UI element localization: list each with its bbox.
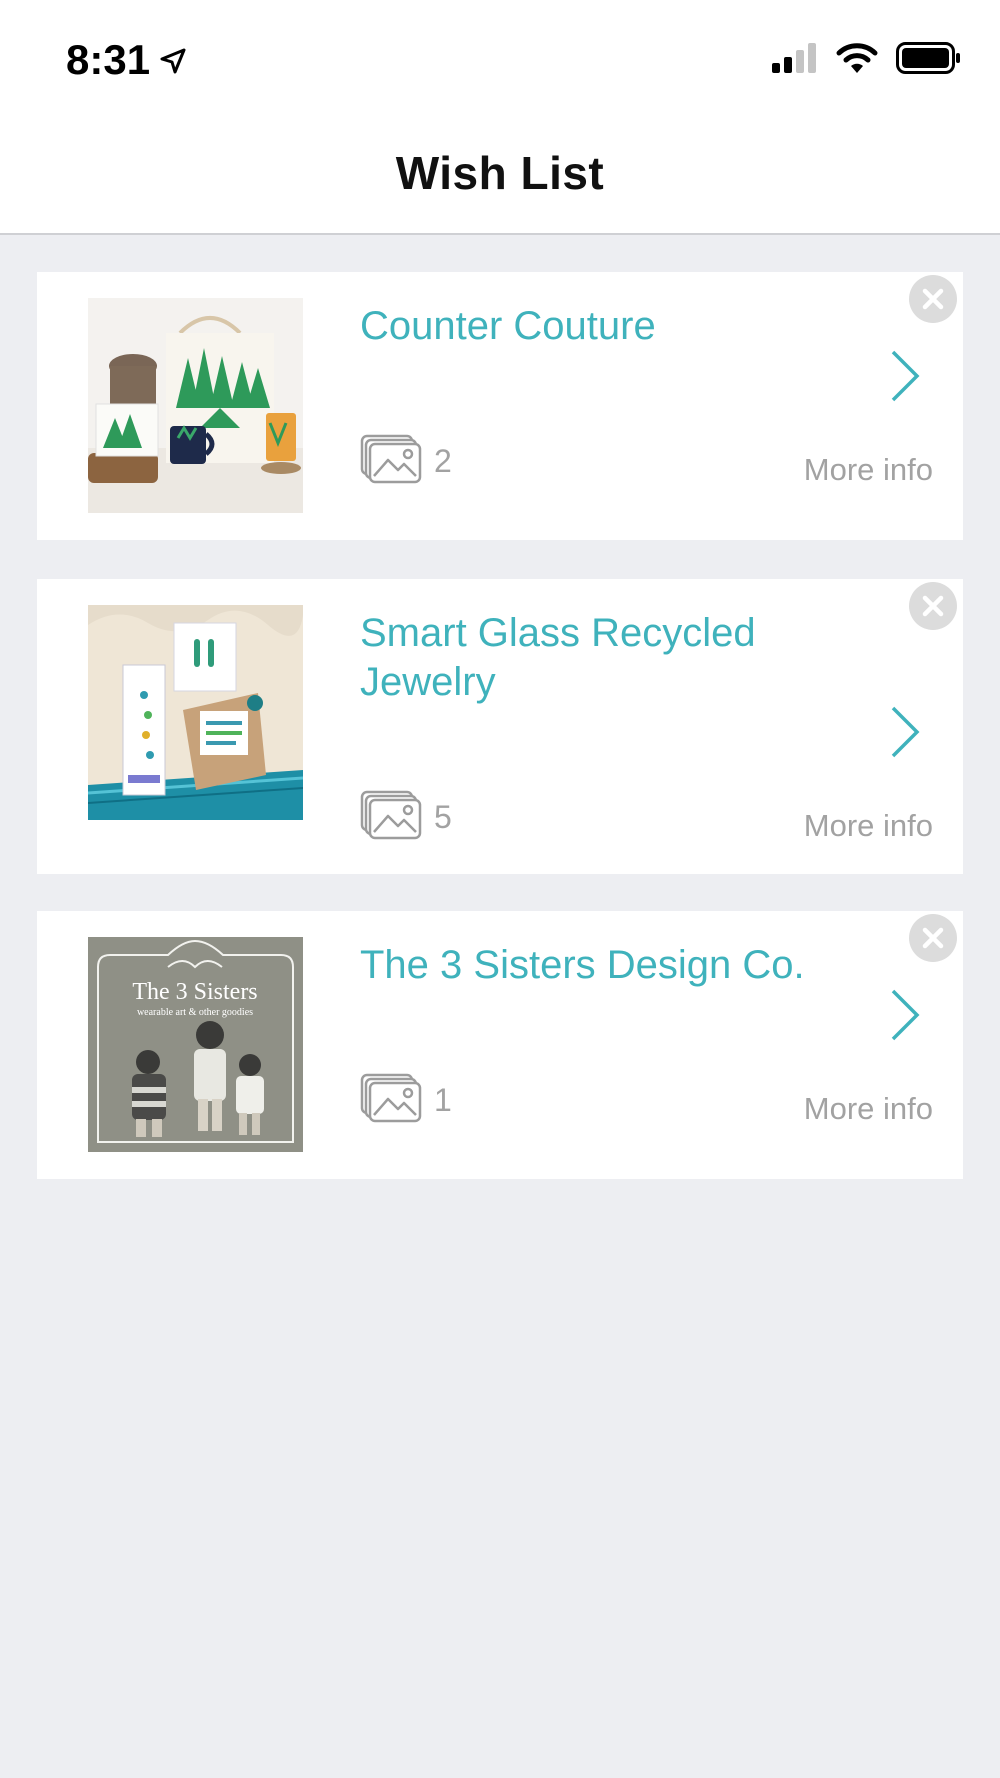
close-icon xyxy=(922,595,944,617)
photo-count: 2 xyxy=(434,443,452,479)
close-icon xyxy=(922,927,944,949)
three-sisters-logo-thumbnail[interactable]: The 3 Sisters wearable art & other goodi… xyxy=(88,937,303,1152)
logo-tagline-text: wearable art & other goodies xyxy=(137,1007,253,1018)
battery-icon xyxy=(896,41,962,79)
counter-couture-products-thumbnail[interactable] xyxy=(88,298,303,513)
logo-name-text: The 3 Sisters xyxy=(132,979,257,1005)
app-header: 8:31 Wish List xyxy=(0,0,1000,235)
photo-count: 5 xyxy=(434,799,452,835)
vendor-name[interactable]: The 3 Sisters Design Co. xyxy=(360,941,833,990)
more-info-link[interactable]: More info xyxy=(804,808,933,844)
location-arrow-icon xyxy=(160,36,186,84)
more-info-link[interactable]: More info xyxy=(804,452,933,488)
chevron-right-icon[interactable] xyxy=(889,349,921,403)
photo-gallery-link[interactable]: 5 xyxy=(360,790,452,845)
page-title: Wish List xyxy=(395,147,605,199)
status-bar-time: 8:31 xyxy=(66,36,186,84)
remove-item-button[interactable] xyxy=(909,582,957,630)
wishlist-card[interactable]: Counter Couture 2 More info xyxy=(37,272,963,540)
wifi-icon xyxy=(836,42,878,79)
remove-item-button[interactable] xyxy=(909,275,957,323)
vendor-name[interactable]: Smart Glass Recycled Jewelry xyxy=(360,609,833,707)
cellular-signal-icon xyxy=(772,42,818,78)
photo-gallery-icon xyxy=(360,1073,422,1128)
photo-count: 1 xyxy=(434,1082,452,1118)
close-icon xyxy=(922,288,944,310)
chevron-right-icon[interactable] xyxy=(889,705,921,759)
status-bar-indicators xyxy=(772,40,962,80)
vendor-name[interactable]: Counter Couture xyxy=(360,302,833,351)
photo-gallery-link[interactable]: 2 xyxy=(360,434,452,489)
remove-item-button[interactable] xyxy=(909,914,957,962)
smart-glass-jewelry-thumbnail[interactable] xyxy=(88,605,303,820)
more-info-link[interactable]: More info xyxy=(804,1091,933,1127)
wishlist-card[interactable]: Smart Glass Recycled Jewelry 5 More info xyxy=(37,579,963,874)
clock: 8:31 xyxy=(66,36,151,83)
photo-gallery-icon xyxy=(360,434,422,489)
photo-gallery-icon xyxy=(360,790,422,845)
chevron-right-icon[interactable] xyxy=(889,988,921,1042)
photo-gallery-link[interactable]: 1 xyxy=(360,1073,452,1128)
wishlist-card[interactable]: The 3 Sisters wearable art & other goodi… xyxy=(37,911,963,1179)
